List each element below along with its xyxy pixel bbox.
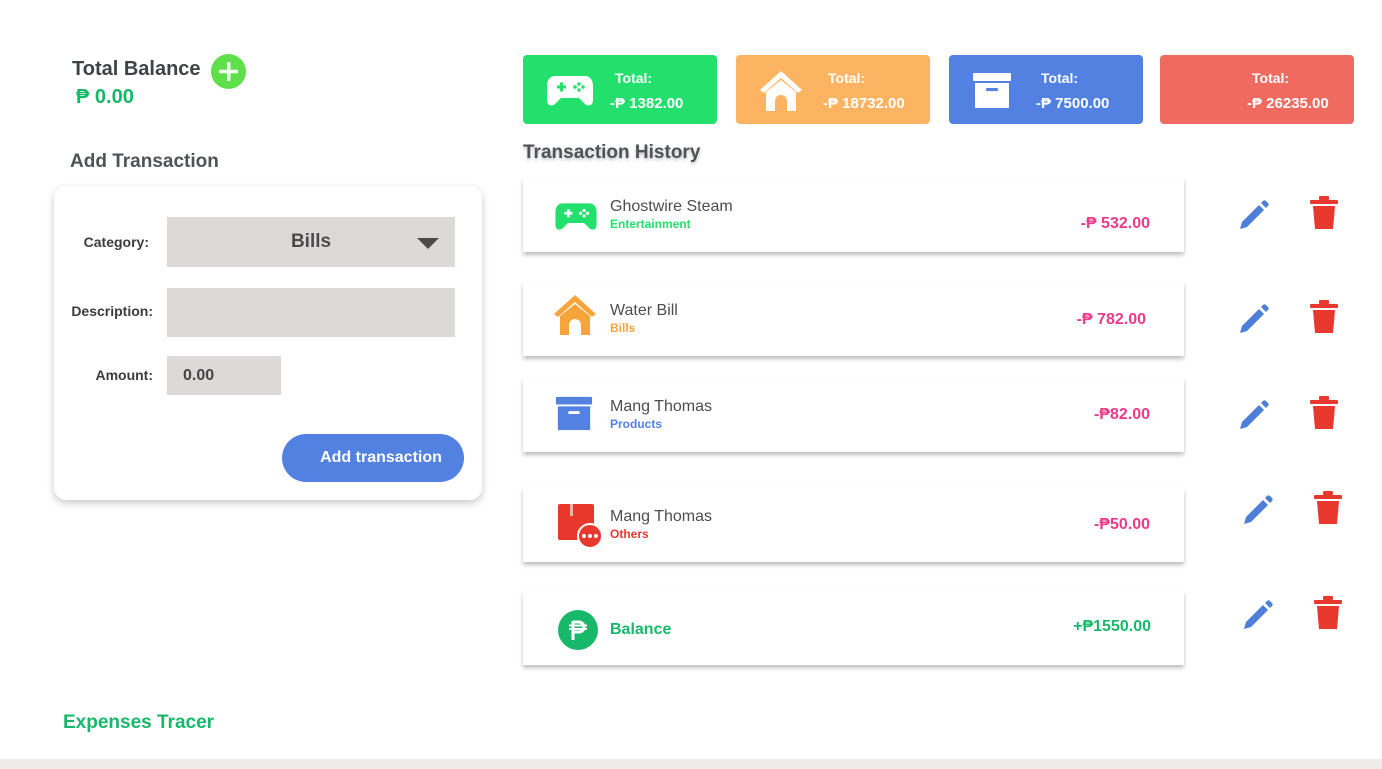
archive-box-icon xyxy=(973,73,1011,108)
transaction-category: Others xyxy=(610,527,649,541)
chevron-down-icon xyxy=(417,238,439,249)
box-more-icon xyxy=(558,504,603,548)
gamepad-icon xyxy=(555,203,597,230)
category-select[interactable]: Bills xyxy=(167,217,455,267)
category-select-value: Bills xyxy=(290,231,332,252)
summary-card-entertainment: Total: -₱ 1382.00 xyxy=(523,55,717,124)
transaction-history-title: Transaction History xyxy=(523,142,701,163)
add-transaction-button[interactable]: Add transaction xyxy=(282,434,464,482)
edit-button[interactable] xyxy=(1240,494,1274,531)
description-label: Description: xyxy=(71,303,153,319)
transaction-name: Water Bill xyxy=(610,302,678,319)
app-name: Expenses Tracer xyxy=(63,712,215,733)
add-transaction-title: Add Transaction xyxy=(70,151,219,172)
edit-button[interactable] xyxy=(1240,599,1274,636)
transaction-name: Mang Thomas xyxy=(610,508,712,525)
pencil-icon xyxy=(1240,400,1269,429)
trash-icon xyxy=(1314,491,1342,524)
transaction-name: Mang Thomas xyxy=(610,398,712,415)
transaction-amount: +₱1550.00 xyxy=(1073,618,1151,635)
transaction-category: Products xyxy=(610,417,663,431)
delete-button[interactable] xyxy=(1309,396,1339,433)
bottom-bar xyxy=(0,759,1382,769)
peso-coin-icon xyxy=(558,610,598,650)
summary-total-label: Total: xyxy=(615,70,653,86)
pencil-icon xyxy=(1244,600,1273,629)
transaction-amount: -₱82.00 xyxy=(1093,406,1150,423)
pencil-icon xyxy=(1244,495,1273,524)
transaction-amount: -₱ 532.00 xyxy=(1080,215,1150,232)
amount-input[interactable] xyxy=(167,356,281,395)
summary-total-label: Total: xyxy=(1041,70,1079,86)
transaction-name: Balance xyxy=(610,621,672,638)
edit-button[interactable] xyxy=(1236,199,1270,236)
trash-icon xyxy=(1310,300,1338,333)
summary-total-label: Total: xyxy=(1252,70,1290,86)
transaction-category: Entertainment xyxy=(610,217,691,231)
transaction-category: Bills xyxy=(610,321,636,335)
summary-total-value: -₱ 26235.00 xyxy=(1247,95,1329,112)
category-label: Category: xyxy=(83,234,149,250)
plus-icon xyxy=(219,62,238,81)
transaction-amount: -₱ 782.00 xyxy=(1076,311,1146,328)
pencil-icon xyxy=(1240,200,1269,229)
summary-total-value: -₱ 7500.00 xyxy=(1036,95,1110,112)
delete-button[interactable] xyxy=(1313,596,1343,633)
transaction-row: Mang Thomas Others -₱50.00 xyxy=(523,488,1184,562)
summary-total-label: Total: xyxy=(828,70,866,86)
transaction-row: Ghostwire Steam Entertainment -₱ 532.00 xyxy=(523,178,1184,252)
house-icon xyxy=(554,295,596,335)
amount-label: Amount: xyxy=(95,367,153,383)
add-balance-button[interactable] xyxy=(211,54,246,89)
edit-button[interactable] xyxy=(1236,399,1270,436)
summary-total-value: -₱ 18732.00 xyxy=(823,95,905,112)
description-input[interactable] xyxy=(167,288,455,337)
archive-box-icon xyxy=(555,396,593,431)
transaction-amount: -₱50.00 xyxy=(1093,516,1150,533)
house-icon xyxy=(760,71,802,111)
transaction-row: Water Bill Bills -₱ 782.00 xyxy=(523,282,1184,356)
total-balance-label: Total Balance xyxy=(72,58,201,80)
trash-icon xyxy=(1310,196,1338,229)
summary-total-value: -₱ 1382.00 xyxy=(610,95,684,112)
transaction-row: Mang Thomas Products -₱82.00 xyxy=(523,378,1184,452)
trash-icon xyxy=(1310,396,1338,429)
gamepad-icon xyxy=(547,76,593,106)
delete-button[interactable] xyxy=(1313,491,1343,528)
summary-card-products: Total: -₱ 7500.00 xyxy=(949,55,1143,124)
total-balance-value: ₱ 0.00 xyxy=(76,86,134,108)
trash-icon xyxy=(1314,596,1342,629)
delete-button[interactable] xyxy=(1309,196,1339,233)
pencil-icon xyxy=(1240,304,1269,333)
summary-card-others: Total: -₱ 26235.00 xyxy=(1160,55,1354,124)
delete-button[interactable] xyxy=(1309,300,1339,337)
transaction-name: Ghostwire Steam xyxy=(610,198,733,215)
summary-card-bills: Total: -₱ 18732.00 xyxy=(736,55,930,124)
edit-button[interactable] xyxy=(1236,303,1270,340)
transaction-row: Balance +₱1550.00 xyxy=(523,591,1184,665)
